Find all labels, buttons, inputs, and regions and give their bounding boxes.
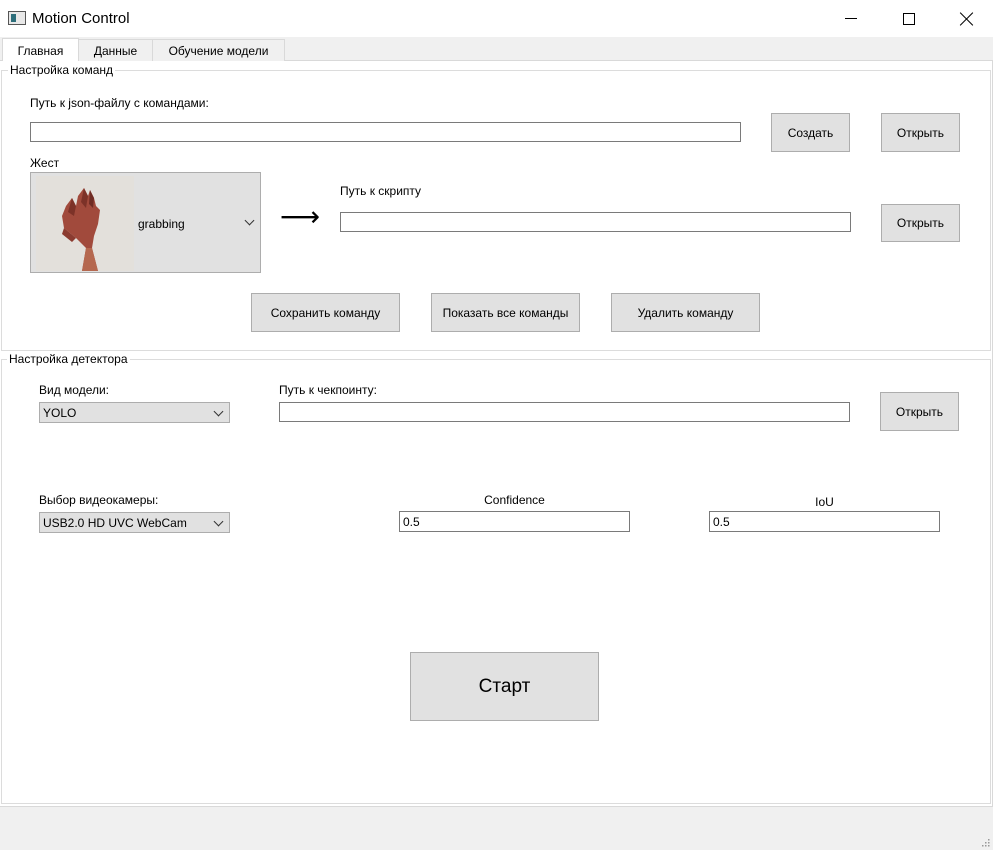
tab-main[interactable]: Главная — [2, 38, 79, 62]
iou-label: IoU — [815, 495, 834, 509]
close-button[interactable] — [938, 0, 993, 37]
arrow-right-icon: ⟶ — [280, 201, 321, 232]
app-icon — [8, 11, 26, 25]
window-title: Motion Control — [32, 10, 130, 27]
hand-gesture-image — [36, 176, 134, 271]
detector-group-title: Настройка детектора — [7, 352, 130, 366]
model-type-label: Вид модели: — [39, 383, 110, 397]
maximize-icon — [903, 12, 915, 25]
json-path-label: Путь к json-файлу с командами: — [30, 96, 209, 110]
maximize-button[interactable] — [880, 0, 938, 37]
open-checkpoint-button[interactable]: Открыть — [880, 392, 959, 431]
checkpoint-label: Путь к чекпоинту: — [279, 383, 377, 397]
tab-model-training[interactable]: Обучение модели — [152, 39, 285, 61]
delete-command-button[interactable]: Удалить команду — [611, 293, 760, 332]
start-button[interactable]: Старт — [410, 652, 599, 721]
minimize-icon — [845, 18, 857, 19]
create-button[interactable]: Создать — [771, 113, 850, 152]
model-type-select[interactable]: YOLO — [39, 402, 230, 423]
model-type-selected: YOLO — [43, 405, 77, 420]
camera-label: Выбор видеокамеры: — [39, 493, 159, 507]
open-json-button[interactable]: Открыть — [881, 113, 960, 152]
checkpoint-path-input[interactable] — [279, 402, 850, 422]
status-bar — [0, 806, 993, 850]
chevron-down-icon — [213, 516, 224, 527]
gesture-selected-text: grabbing — [138, 217, 185, 231]
camera-selected: USB2.0 HD UVC WebCam — [43, 515, 187, 530]
confidence-label: Confidence — [484, 493, 545, 507]
resize-grip-icon[interactable] — [980, 837, 990, 847]
close-icon — [960, 12, 974, 26]
gesture-label: Жест — [30, 156, 60, 170]
iou-input[interactable] — [709, 511, 940, 532]
gesture-combobox[interactable]: grabbing — [30, 172, 261, 273]
save-command-button[interactable]: Сохранить команду — [251, 293, 400, 332]
camera-select[interactable]: USB2.0 HD UVC WebCam — [39, 512, 230, 533]
script-path-label: Путь к скрипту — [340, 184, 422, 198]
title-bar[interactable]: Motion Control — [0, 0, 993, 37]
commands-group-title: Настройка команд — [8, 63, 116, 77]
tab-data[interactable]: Данные — [78, 39, 153, 61]
chevron-down-icon — [244, 215, 255, 226]
open-script-button[interactable]: Открыть — [881, 204, 960, 242]
detector-groupbox — [1, 359, 991, 804]
chevron-down-icon — [213, 406, 224, 417]
json-path-input[interactable] — [30, 122, 741, 142]
script-path-input[interactable] — [340, 212, 851, 232]
show-commands-button[interactable]: Показать все команды — [431, 293, 580, 332]
confidence-input[interactable] — [399, 511, 630, 532]
minimize-button[interactable] — [822, 0, 880, 37]
